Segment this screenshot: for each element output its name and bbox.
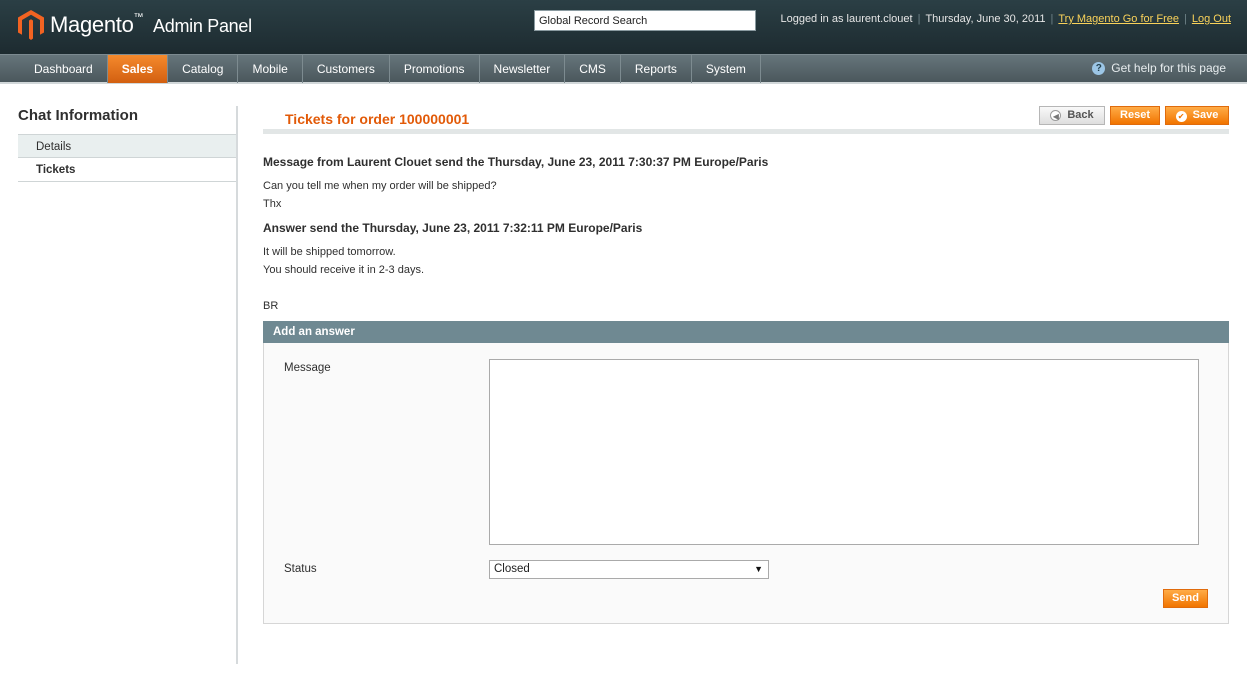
try-magento-go-link[interactable]: Try Magento Go for Free xyxy=(1058,13,1179,25)
help-link[interactable]: ? Get help for this page xyxy=(1092,61,1226,75)
sidebar: Chat Information Details Tickets xyxy=(18,104,238,182)
question-line: Thx xyxy=(263,198,282,210)
page-title: Tickets for order 100000001 xyxy=(285,111,470,127)
question-line: Can you tell me when my order will be sh… xyxy=(263,180,497,192)
nav-cms[interactable]: CMS xyxy=(565,55,621,83)
nav-newsletter[interactable]: Newsletter xyxy=(480,55,566,83)
logout-link[interactable]: Log Out xyxy=(1192,13,1231,25)
nav-customers[interactable]: Customers xyxy=(303,55,390,83)
header: Magento™ Admin Panel Logged in as lauren… xyxy=(0,0,1247,54)
check-icon: ✔ xyxy=(1175,111,1187,122)
send-button[interactable]: Send xyxy=(1163,589,1208,608)
main-nav: Dashboard Sales Catalog Mobile Customers… xyxy=(0,54,1247,84)
logo-subtitle: Admin Panel xyxy=(153,16,252,36)
answer-line: You should receive it in 2-3 days. xyxy=(263,264,425,276)
save-button[interactable]: ✔ Save xyxy=(1165,106,1229,125)
answer-heading: Answer send the Thursday, June 23, 2011 … xyxy=(263,221,643,235)
dropdown-arrow-icon: ▼ xyxy=(754,564,763,574)
reset-button[interactable]: Reset xyxy=(1110,106,1160,125)
logo-trademark: ™ xyxy=(133,12,144,23)
nav-sales[interactable]: Sales xyxy=(107,55,169,83)
add-answer-legend: Add an answer xyxy=(263,321,1229,343)
logged-in-text: Logged in as laurent.clouet xyxy=(780,13,913,25)
message-textarea[interactable] xyxy=(489,359,1199,545)
nav-catalog[interactable]: Catalog xyxy=(168,55,239,83)
sidebar-divider xyxy=(236,106,238,664)
back-button[interactable]: ◀ Back xyxy=(1039,106,1105,125)
answer-line: BR xyxy=(263,300,279,312)
global-search-input[interactable] xyxy=(534,10,756,31)
nav-system[interactable]: System xyxy=(692,55,761,83)
message-label: Message xyxy=(284,362,331,374)
question-heading: Message from Laurent Clouet send the Thu… xyxy=(263,155,769,169)
magento-logo-icon xyxy=(18,10,44,40)
status-select[interactable]: Closed ▼ xyxy=(489,560,769,579)
status-selected-value: Closed xyxy=(494,563,530,575)
logo-text: Magento xyxy=(50,12,134,37)
nav-reports[interactable]: Reports xyxy=(621,55,692,83)
status-label: Status xyxy=(284,563,317,575)
answer-line: It will be shipped tomorrow. xyxy=(263,246,396,258)
nav-dashboard[interactable]: Dashboard xyxy=(20,55,108,83)
header-links: Logged in as laurent.clouet | Thursday, Ju… xyxy=(780,13,1231,25)
current-date: Thursday, June 30, 2011 xyxy=(925,13,1046,25)
sidebar-tab-tickets[interactable]: Tickets xyxy=(18,158,238,182)
sidebar-title: Chat Information xyxy=(18,107,138,124)
back-arrow-icon: ◀ xyxy=(1050,110,1062,121)
help-link-label: Get help for this page xyxy=(1111,61,1226,75)
magento-logo[interactable]: Magento™ Admin Panel xyxy=(18,10,252,40)
nav-promotions[interactable]: Promotions xyxy=(390,55,480,83)
sidebar-tab-details[interactable]: Details xyxy=(18,134,238,158)
help-icon: ? xyxy=(1092,61,1106,75)
nav-mobile[interactable]: Mobile xyxy=(238,55,303,83)
